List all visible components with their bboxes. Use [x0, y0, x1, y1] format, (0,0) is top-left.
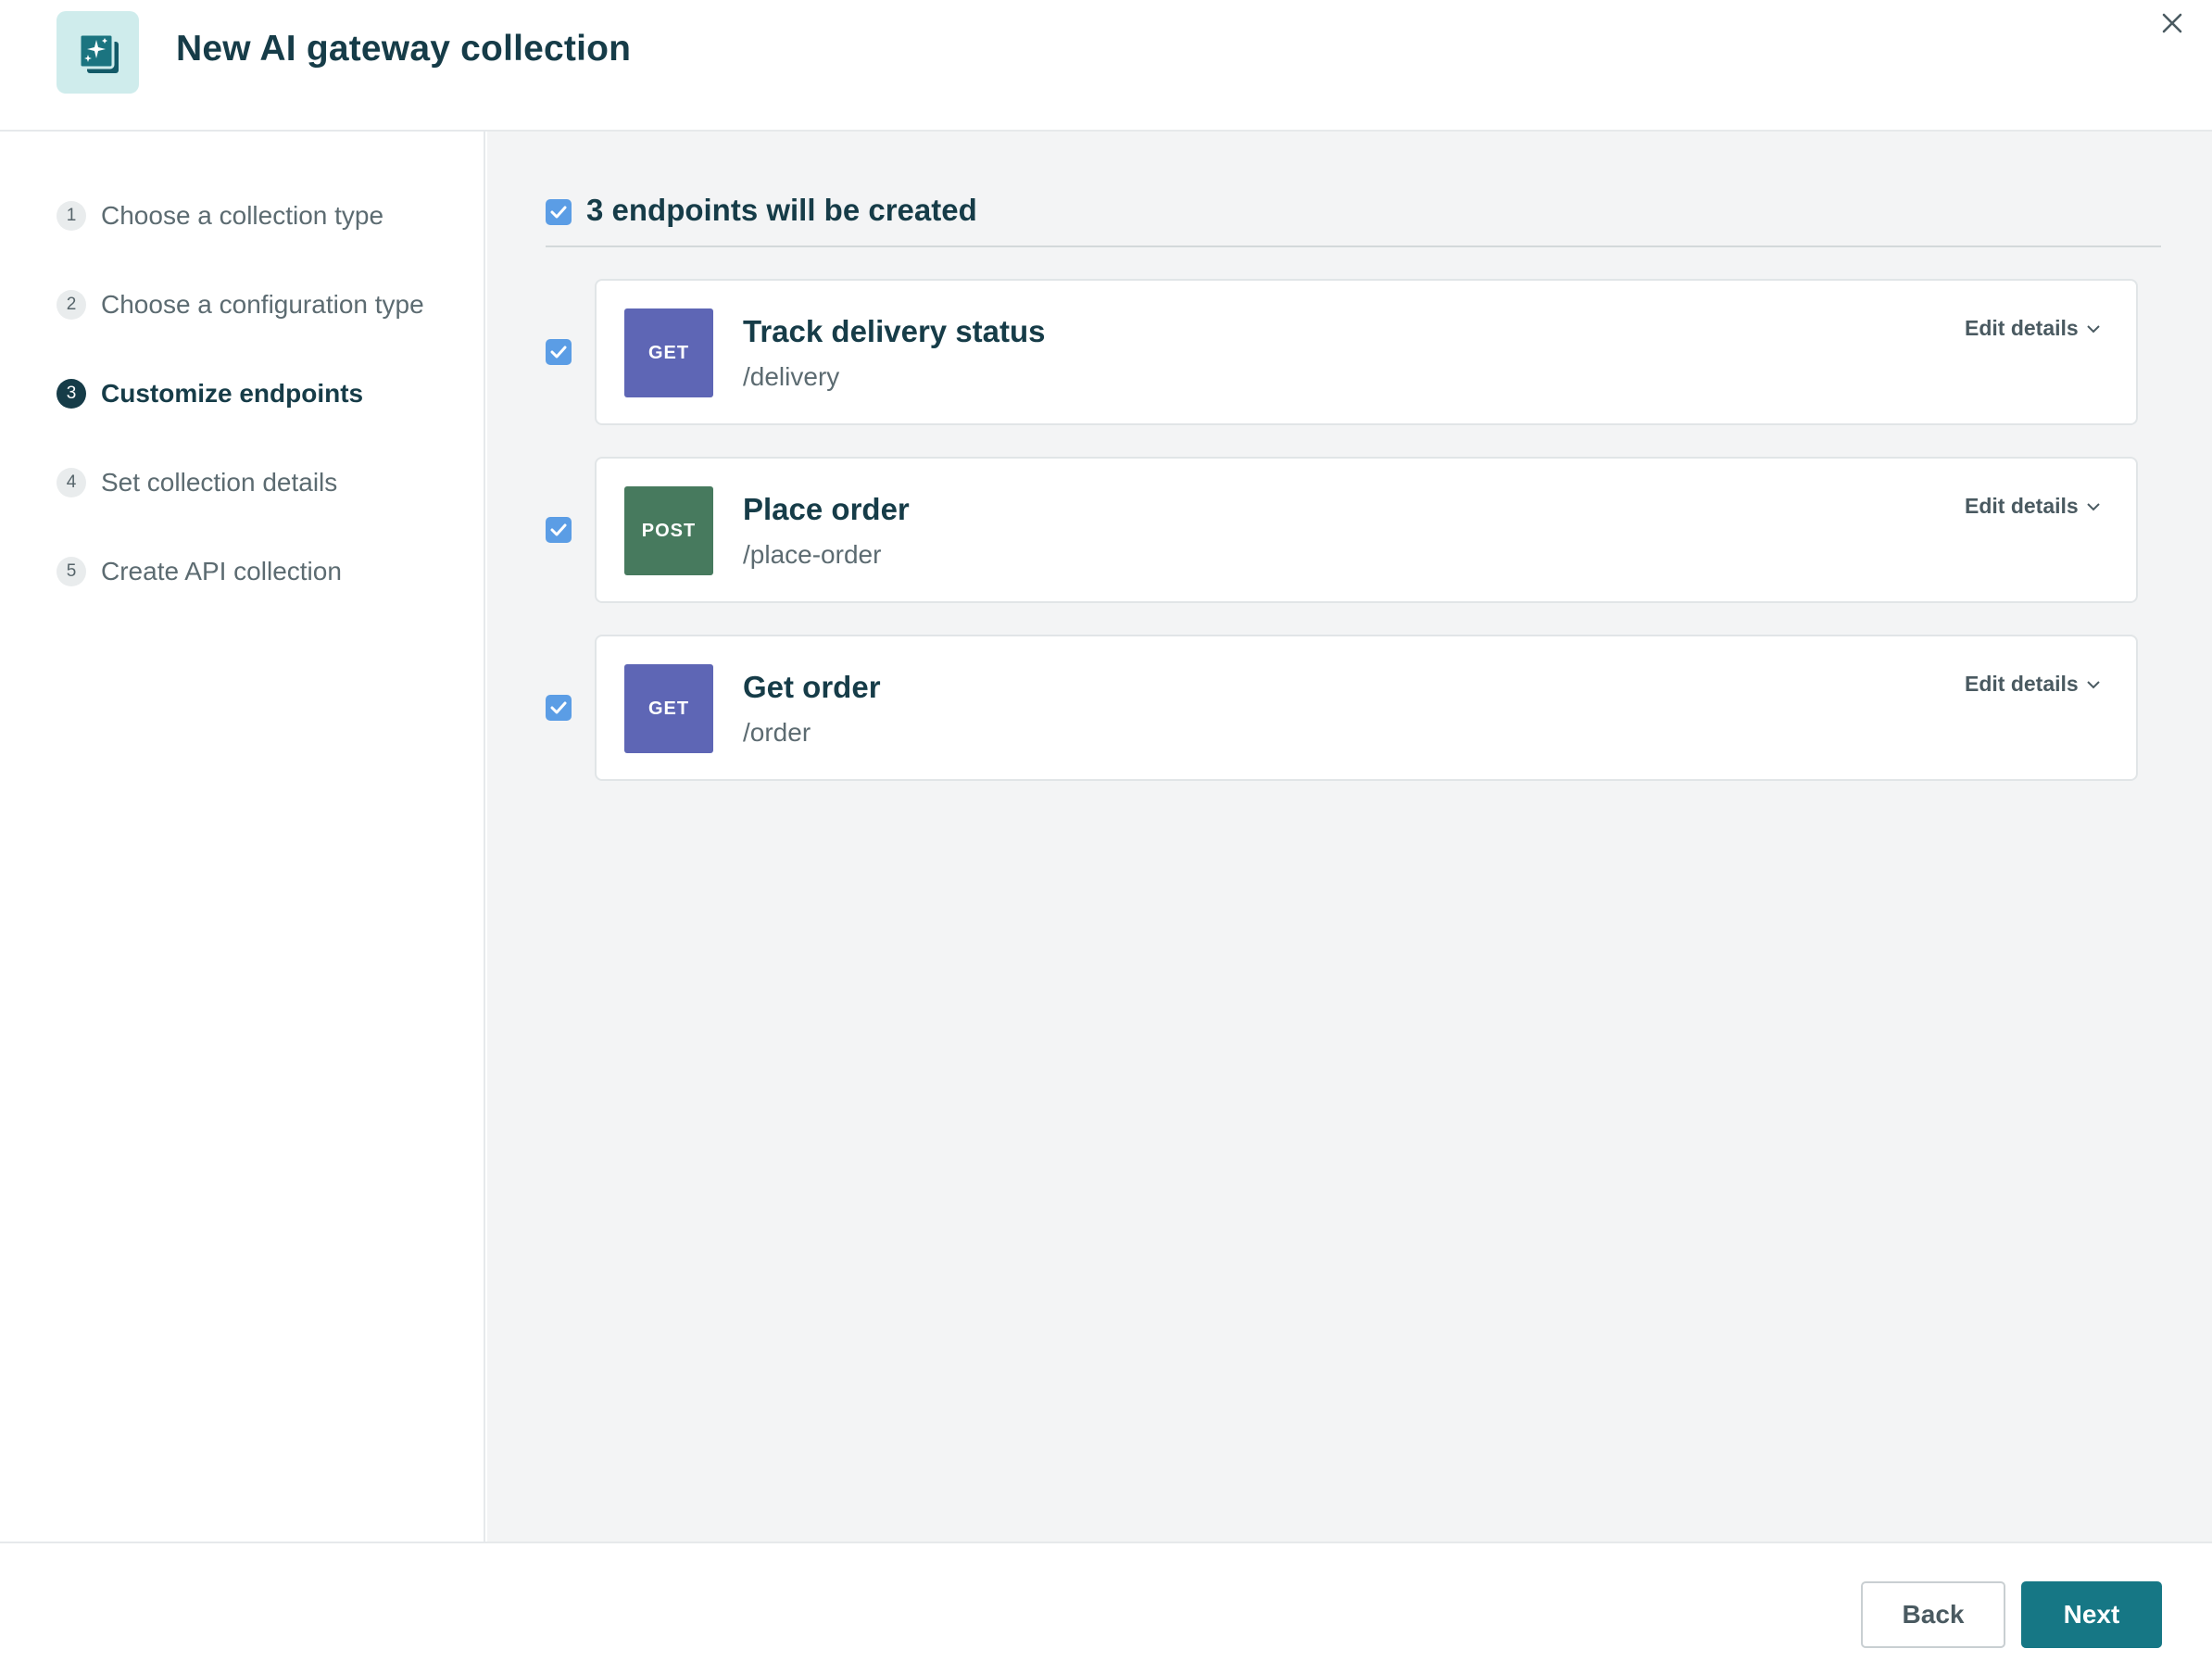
- step-label: Set collection details: [101, 468, 338, 497]
- close-icon[interactable]: [2156, 7, 2188, 39]
- wizard-stepper: 1 Choose a collection type 2 Choose a co…: [0, 132, 485, 1542]
- endpoint-checkbox[interactable]: [546, 339, 572, 365]
- chevron-down-icon: [2086, 324, 2100, 333]
- endpoint-path: /order: [743, 718, 811, 747]
- endpoint-card: POST Place order /place-order Edit detai…: [595, 457, 2138, 603]
- edit-details-label: Edit details: [1965, 672, 2079, 696]
- method-badge-post: POST: [624, 486, 713, 575]
- endpoint-name: Place order: [743, 492, 910, 526]
- next-button[interactable]: Next: [2021, 1581, 2162, 1648]
- endpoint-checkbox[interactable]: [546, 695, 572, 721]
- step-number: 1: [57, 201, 86, 231]
- select-all-checkbox[interactable]: [546, 199, 572, 225]
- step-set-collection-details[interactable]: 4 Set collection details: [57, 464, 337, 501]
- step-customize-endpoints[interactable]: 3 Customize endpoints: [57, 375, 363, 412]
- back-button[interactable]: Back: [1861, 1581, 2005, 1648]
- page-title: New AI gateway collection: [176, 29, 632, 69]
- edit-details-button[interactable]: Edit details: [1965, 672, 2101, 697]
- edit-details-label: Edit details: [1965, 494, 2079, 518]
- step-label: Customize endpoints: [101, 379, 364, 408]
- step-number: 4: [57, 468, 86, 497]
- step-label: Choose a collection type: [101, 201, 384, 230]
- endpoint-path: /place-order: [743, 540, 882, 569]
- divider: [546, 245, 2161, 247]
- edit-details-button[interactable]: Edit details: [1965, 316, 2101, 341]
- step-create-api-collection[interactable]: 5 Create API collection: [57, 553, 342, 590]
- method-badge-get: GET: [624, 308, 713, 397]
- chevron-down-icon: [2086, 680, 2100, 688]
- step-label: Create API collection: [101, 557, 342, 585]
- edit-details-button[interactable]: Edit details: [1965, 494, 2101, 519]
- step-number: 3: [57, 379, 86, 409]
- step-label: Choose a configuration type: [101, 290, 424, 319]
- endpoints-count-label: 3 endpoints will be created: [586, 193, 977, 227]
- modal-footer: Back Next: [0, 1542, 2212, 1674]
- chevron-down-icon: [2086, 502, 2100, 510]
- step-choose-configuration-type[interactable]: 2 Choose a configuration type: [57, 286, 424, 323]
- endpoint-checkbox[interactable]: [546, 517, 572, 543]
- modal-header: New AI gateway collection: [0, 0, 2212, 132]
- step-number: 5: [57, 557, 86, 586]
- step-number: 2: [57, 290, 86, 320]
- edit-details-label: Edit details: [1965, 316, 2079, 340]
- method-badge-get: GET: [624, 664, 713, 753]
- endpoint-card: GET Track delivery status /delivery Edit…: [595, 279, 2138, 425]
- endpoint-path: /delivery: [743, 362, 840, 391]
- endpoint-card: GET Get order /order Edit details: [595, 635, 2138, 781]
- endpoint-name: Track delivery status: [743, 314, 1046, 348]
- endpoint-name: Get order: [743, 670, 881, 704]
- step-choose-collection-type[interactable]: 1 Choose a collection type: [57, 197, 383, 234]
- ai-sparkle-collection-icon: [57, 11, 139, 94]
